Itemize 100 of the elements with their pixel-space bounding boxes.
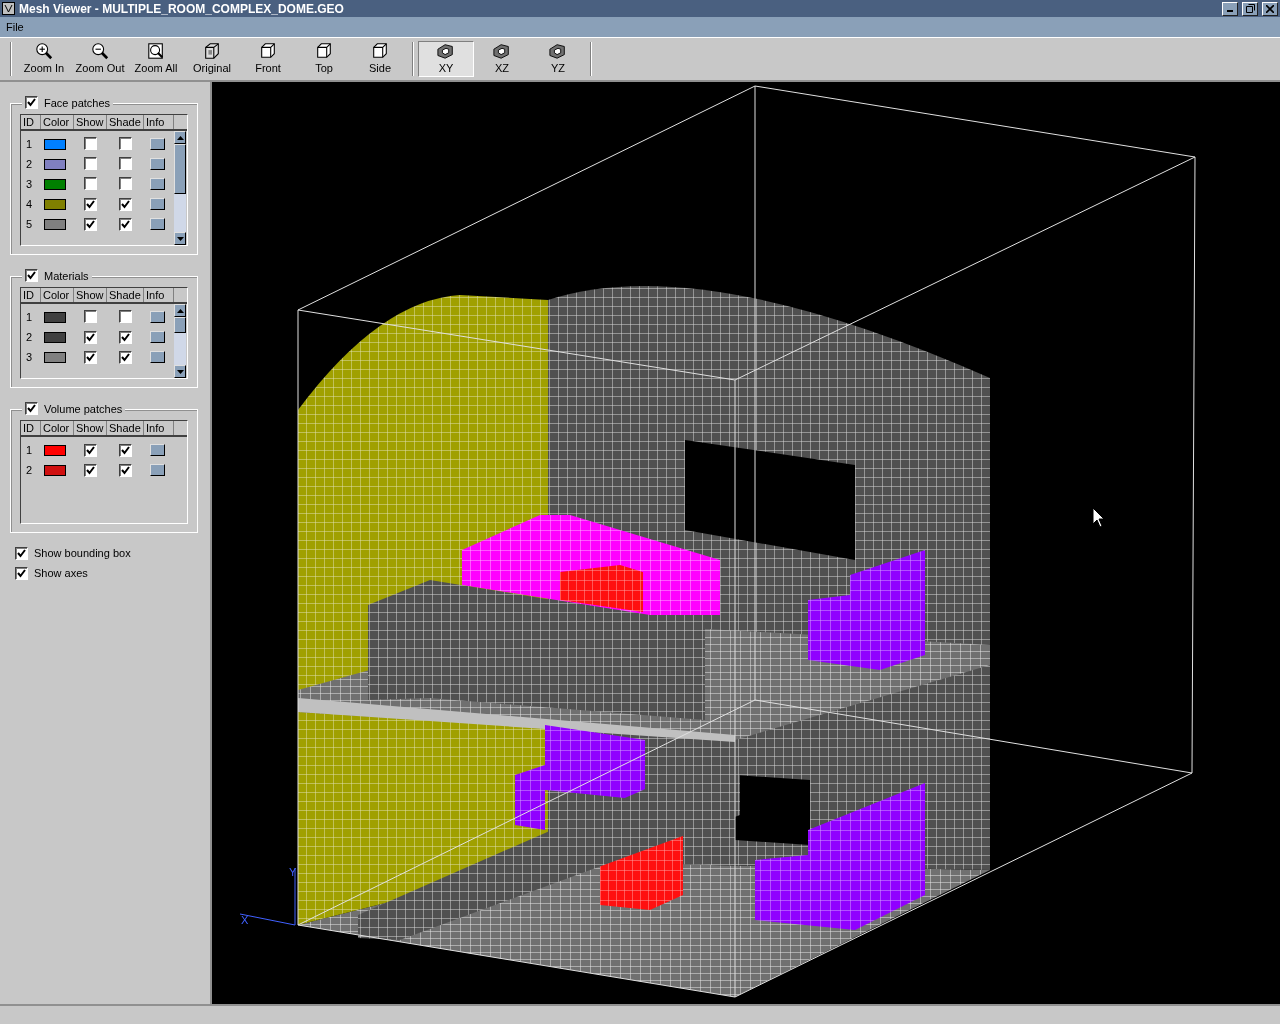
info-button[interactable]	[150, 198, 165, 210]
axis-label: Y	[289, 866, 297, 878]
info-button[interactable]	[150, 444, 165, 456]
show-checkbox[interactable]	[84, 156, 97, 170]
option-label: Show axes	[34, 567, 88, 579]
option-label: Show bounding box	[34, 547, 131, 559]
shade-checkbox[interactable]	[119, 217, 132, 231]
checkbox[interactable]	[15, 566, 28, 580]
column-header: Info	[144, 288, 174, 302]
cube-icon	[258, 42, 278, 60]
info-button[interactable]	[150, 158, 165, 170]
toolbar-button[interactable]: Front	[240, 41, 296, 77]
toolbar-button[interactable]: YZ	[530, 41, 586, 77]
info-button[interactable]	[150, 218, 165, 230]
column-header: Shade	[107, 288, 144, 302]
show-checkbox[interactable]	[84, 197, 97, 211]
scroll-down-icon	[176, 369, 184, 374]
toolbar-button[interactable]: XY	[418, 41, 474, 77]
column-header: Show	[74, 421, 107, 435]
column-header: Color	[41, 115, 74, 129]
shade-checkbox[interactable]	[119, 136, 132, 150]
color-swatch[interactable]	[44, 464, 66, 476]
info-button[interactable]	[150, 351, 165, 363]
scrollbar[interactable]	[174, 131, 186, 245]
color-swatch[interactable]	[44, 351, 66, 363]
column-header: Color	[41, 421, 74, 435]
menu-item[interactable]: File	[4, 21, 26, 33]
checkbox[interactable]	[15, 546, 28, 560]
color-swatch[interactable]	[44, 158, 66, 170]
toolbar-button[interactable]: Side	[352, 41, 408, 77]
show-checkbox[interactable]	[84, 330, 97, 344]
color-swatch[interactable]	[44, 444, 66, 456]
id-cell-text: 1	[25, 444, 34, 456]
color-swatch[interactable]	[44, 198, 66, 210]
column-header: Show	[74, 115, 107, 129]
shade-checkbox[interactable]	[119, 330, 132, 344]
toolbar-button[interactable]: Zoom In	[16, 41, 72, 77]
checkbox[interactable]	[25, 96, 38, 109]
id-cell-text: 3	[25, 351, 34, 363]
color-swatch[interactable]	[44, 218, 66, 230]
show-checkbox[interactable]	[84, 443, 97, 457]
id-cell-text: 3	[25, 178, 34, 190]
color-swatch[interactable]	[44, 138, 66, 150]
id-cell-text: 5	[25, 218, 34, 230]
info-button[interactable]	[150, 178, 165, 190]
scroll-thumb[interactable]	[174, 144, 186, 194]
color-swatch[interactable]	[44, 311, 66, 323]
toolbar-button[interactable]: Top	[296, 41, 352, 77]
checkbox[interactable]	[25, 269, 38, 282]
cube-icon	[202, 42, 222, 60]
info-button[interactable]	[150, 311, 165, 323]
checkbox[interactable]	[25, 402, 38, 415]
column-header: ID	[21, 115, 41, 129]
toolbar-button[interactable]: XZ	[474, 41, 530, 77]
column-header: Info	[144, 421, 174, 435]
3d-viewport[interactable]: Y X	[212, 82, 1280, 1004]
scrollbar[interactable]	[174, 304, 186, 378]
column-header: Color	[41, 288, 74, 302]
shade-checkbox[interactable]	[119, 197, 132, 211]
info-button[interactable]	[150, 331, 165, 343]
color-swatch[interactable]	[44, 178, 66, 190]
column-header: Shade	[107, 421, 144, 435]
group-title: Face patches	[44, 96, 111, 109]
column-header: ID	[21, 421, 41, 435]
color-swatch[interactable]	[44, 331, 66, 343]
show-checkbox[interactable]	[84, 176, 97, 190]
shade-checkbox[interactable]	[119, 463, 132, 477]
shade-checkbox[interactable]	[119, 156, 132, 170]
axis-label: X	[241, 914, 249, 926]
group-title: Materials	[44, 269, 89, 282]
show-checkbox[interactable]	[84, 350, 97, 364]
info-button[interactable]	[150, 138, 165, 150]
column-header: Info	[144, 115, 174, 129]
shade-checkbox[interactable]	[119, 176, 132, 190]
toolbar-button[interactable]: Zoom Out	[72, 41, 128, 77]
show-checkbox[interactable]	[84, 217, 97, 231]
show-checkbox[interactable]	[84, 463, 97, 477]
window-title: Mesh Viewer - MULTIPLE_ROOM_COMPLEX_DOME.GEO	[19, 1, 345, 16]
zoom-all-icon	[146, 42, 166, 60]
column-header: Show	[74, 288, 107, 302]
close-button[interactable]	[1262, 1, 1278, 16]
cube-icon	[314, 42, 334, 60]
scroll-up-icon	[176, 135, 184, 140]
app-icon	[2, 2, 15, 15]
minimize-button[interactable]	[1222, 1, 1238, 16]
shade-checkbox[interactable]	[119, 443, 132, 457]
column-header: ID	[21, 288, 41, 302]
restore-button[interactable]	[1242, 1, 1258, 16]
shade-checkbox[interactable]	[119, 309, 132, 323]
scroll-down-icon	[176, 236, 184, 241]
show-checkbox[interactable]	[84, 136, 97, 150]
shade-checkbox[interactable]	[119, 350, 132, 364]
zoom-out-icon	[90, 42, 110, 60]
scroll-thumb[interactable]	[174, 317, 186, 333]
show-checkbox[interactable]	[84, 309, 97, 323]
toolbar-button[interactable]: Zoom All	[128, 41, 184, 77]
column-header: Shade	[107, 115, 144, 129]
toolbar-button[interactable]: Original	[184, 41, 240, 77]
id-cell-text: 4	[25, 198, 34, 210]
info-button[interactable]	[150, 464, 165, 476]
